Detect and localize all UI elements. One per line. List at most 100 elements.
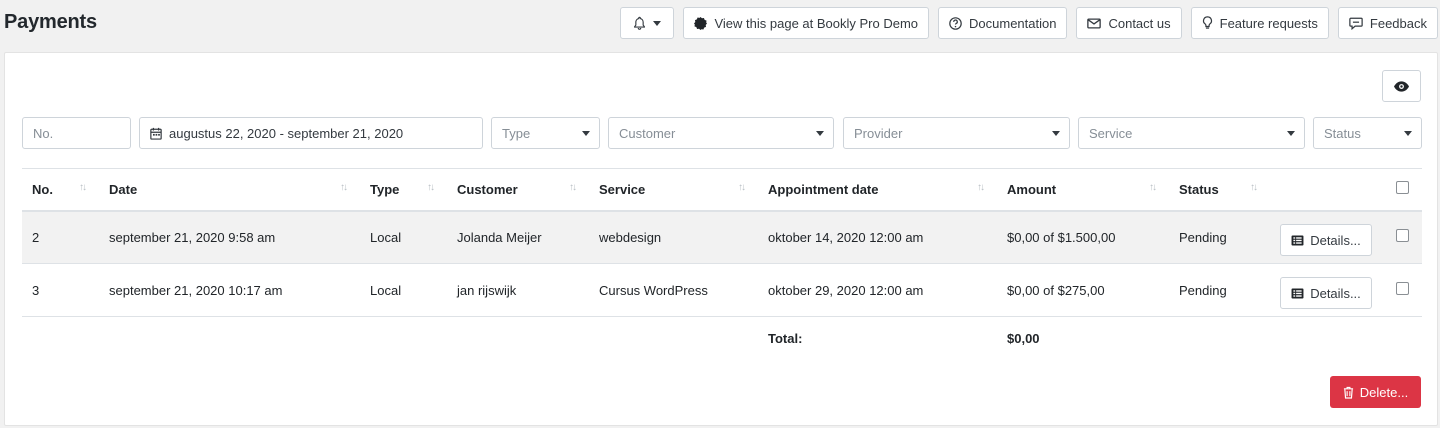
column-header-service[interactable]: Service ↑↓ (589, 168, 758, 212)
column-header-type-label: Type (370, 181, 400, 197)
badge-icon (694, 16, 708, 30)
column-header-date[interactable]: Date ↑↓ (99, 168, 360, 212)
cell-amount: $0,00 of $275,00 (997, 263, 1169, 317)
trash-icon (1343, 386, 1353, 399)
details-label: Details... (1310, 285, 1361, 301)
cell-date: september 21, 2020 10:17 am (99, 263, 360, 317)
chevron-down-icon (653, 20, 662, 26)
column-header-type[interactable]: Type ↑↓ (360, 168, 447, 212)
sort-icon: ↑↓ (738, 182, 746, 193)
delete-button[interactable]: Delete... (1330, 376, 1421, 408)
cell-type: Local (360, 263, 447, 317)
number-filter-input[interactable]: No. (22, 117, 131, 149)
chevron-down-icon (582, 131, 590, 136)
column-header-no[interactable]: No. ↑↓ (22, 168, 99, 212)
status-filter-select[interactable]: Status (1313, 117, 1422, 149)
comment-icon (1349, 17, 1363, 30)
feature-requests-button[interactable]: Feature requests (1190, 7, 1329, 39)
cell-type: Local (360, 210, 447, 264)
payments-panel: No. augustus 22, 2020 - september 21, 20… (4, 52, 1438, 426)
question-circle-icon (949, 16, 962, 30)
eye-icon (1394, 80, 1409, 92)
total-label: Total: (758, 316, 997, 361)
column-header-status[interactable]: Status ↑↓ (1169, 168, 1270, 212)
list-alt-icon (1291, 287, 1304, 299)
details-button[interactable]: Details... (1280, 224, 1372, 257)
chevron-down-icon (1404, 131, 1412, 136)
cell-customer: Jolanda Meijer (447, 210, 589, 264)
row-checkbox[interactable] (1395, 281, 1409, 295)
provider-filter-select[interactable]: Provider (843, 117, 1070, 149)
service-filter-select[interactable]: Service (1078, 117, 1305, 149)
details-label: Details... (1310, 232, 1361, 248)
sort-icon: ↑↓ (569, 182, 577, 193)
contact-us-label: Contact us (1108, 15, 1171, 31)
sort-icon: ↑↓ (1149, 182, 1157, 193)
column-visibility-button[interactable] (1382, 70, 1421, 102)
cell-appointment-date: oktober 29, 2020 12:00 am (758, 263, 997, 317)
feature-requests-label: Feature requests (1219, 15, 1318, 31)
view-demo-label: View this page at Bookly Pro Demo (714, 15, 919, 31)
total-row: Total: $0,00 (22, 316, 1422, 361)
column-header-service-label: Service (599, 181, 646, 197)
contact-us-button[interactable]: Contact us (1076, 7, 1182, 39)
customer-filter-label: Customer (619, 125, 676, 141)
top-toolbar: View this page at Bookly Pro Demo Docume… (620, 7, 1438, 39)
column-header-select-all (1382, 168, 1422, 212)
column-header-amount[interactable]: Amount ↑↓ (997, 168, 1169, 212)
feedback-button[interactable]: Feedback (1337, 7, 1438, 39)
cell-select (1382, 263, 1422, 317)
number-filter-placeholder: No. (33, 125, 54, 141)
column-header-status-label: Status (1179, 181, 1219, 197)
payments-table: No. ↑↓ Date ↑↓ Type ↑↓ Customer ↑↓ Service ↑↓… (22, 168, 1422, 361)
envelope-icon (1087, 17, 1102, 29)
cell-actions: Details... (1270, 263, 1382, 317)
sort-icon: ↑↓ (427, 182, 435, 193)
details-button[interactable]: Details... (1280, 277, 1372, 309)
calendar-icon (150, 127, 162, 140)
date-range-filter[interactable]: augustus 22, 2020 - september 21, 2020 (139, 117, 483, 149)
type-filter-label: Type (502, 125, 531, 141)
status-filter-label: Status (1324, 125, 1361, 141)
chevron-down-icon (1287, 131, 1295, 136)
cell-service: webdesign (589, 210, 758, 264)
cell-status: Pending (1169, 210, 1270, 264)
table-row: 2 september 21, 2020 9:58 am Local Jolan… (22, 210, 1422, 264)
cell-select (1382, 210, 1422, 264)
column-header-date-label: Date (109, 181, 138, 197)
cell-status: Pending (1169, 263, 1270, 317)
cell-no: 2 (22, 210, 99, 264)
type-filter-select[interactable]: Type (491, 117, 600, 149)
cell-service: Cursus WordPress (589, 263, 758, 317)
cell-date: september 21, 2020 9:58 am (99, 210, 360, 264)
cell-customer: jan rijswijk (447, 263, 589, 317)
page-title: Payments (4, 11, 97, 33)
table-row: 3 september 21, 2020 10:17 am Local jan … (22, 263, 1422, 317)
row-checkbox[interactable] (1395, 228, 1409, 242)
cell-appointment-date: oktober 14, 2020 12:00 am (758, 210, 997, 264)
cell-amount: $0,00 of $1.500,00 (997, 210, 1169, 264)
view-demo-button[interactable]: View this page at Bookly Pro Demo (683, 7, 930, 39)
column-header-appointment-date-label: Appointment date (768, 181, 879, 197)
column-header-amount-label: Amount (1007, 181, 1057, 197)
notifications-button[interactable] (620, 7, 675, 39)
bell-icon (634, 16, 646, 30)
column-header-customer-label: Customer (457, 181, 518, 197)
documentation-button[interactable]: Documentation (938, 7, 1068, 39)
sort-icon: ↑↓ (977, 182, 985, 193)
sort-icon: ↑↓ (340, 182, 348, 193)
customer-filter-select[interactable]: Customer (608, 117, 834, 149)
column-header-customer[interactable]: Customer ↑↓ (447, 168, 589, 212)
cell-actions: Details... (1270, 210, 1382, 264)
chevron-down-icon (816, 131, 824, 136)
total-value: $0,00 (997, 316, 1169, 361)
lightbulb-icon (1202, 16, 1212, 29)
column-header-appointment-date[interactable]: Appointment date ↑↓ (758, 168, 997, 212)
feedback-label: Feedback (1369, 15, 1427, 31)
select-all-checkbox[interactable] (1395, 181, 1409, 195)
cell-no: 3 (22, 263, 99, 317)
list-alt-icon (1291, 235, 1304, 246)
sort-icon: ↑↓ (1250, 182, 1258, 193)
service-filter-label: Service (1089, 125, 1133, 141)
delete-label: Delete... (1359, 384, 1409, 400)
